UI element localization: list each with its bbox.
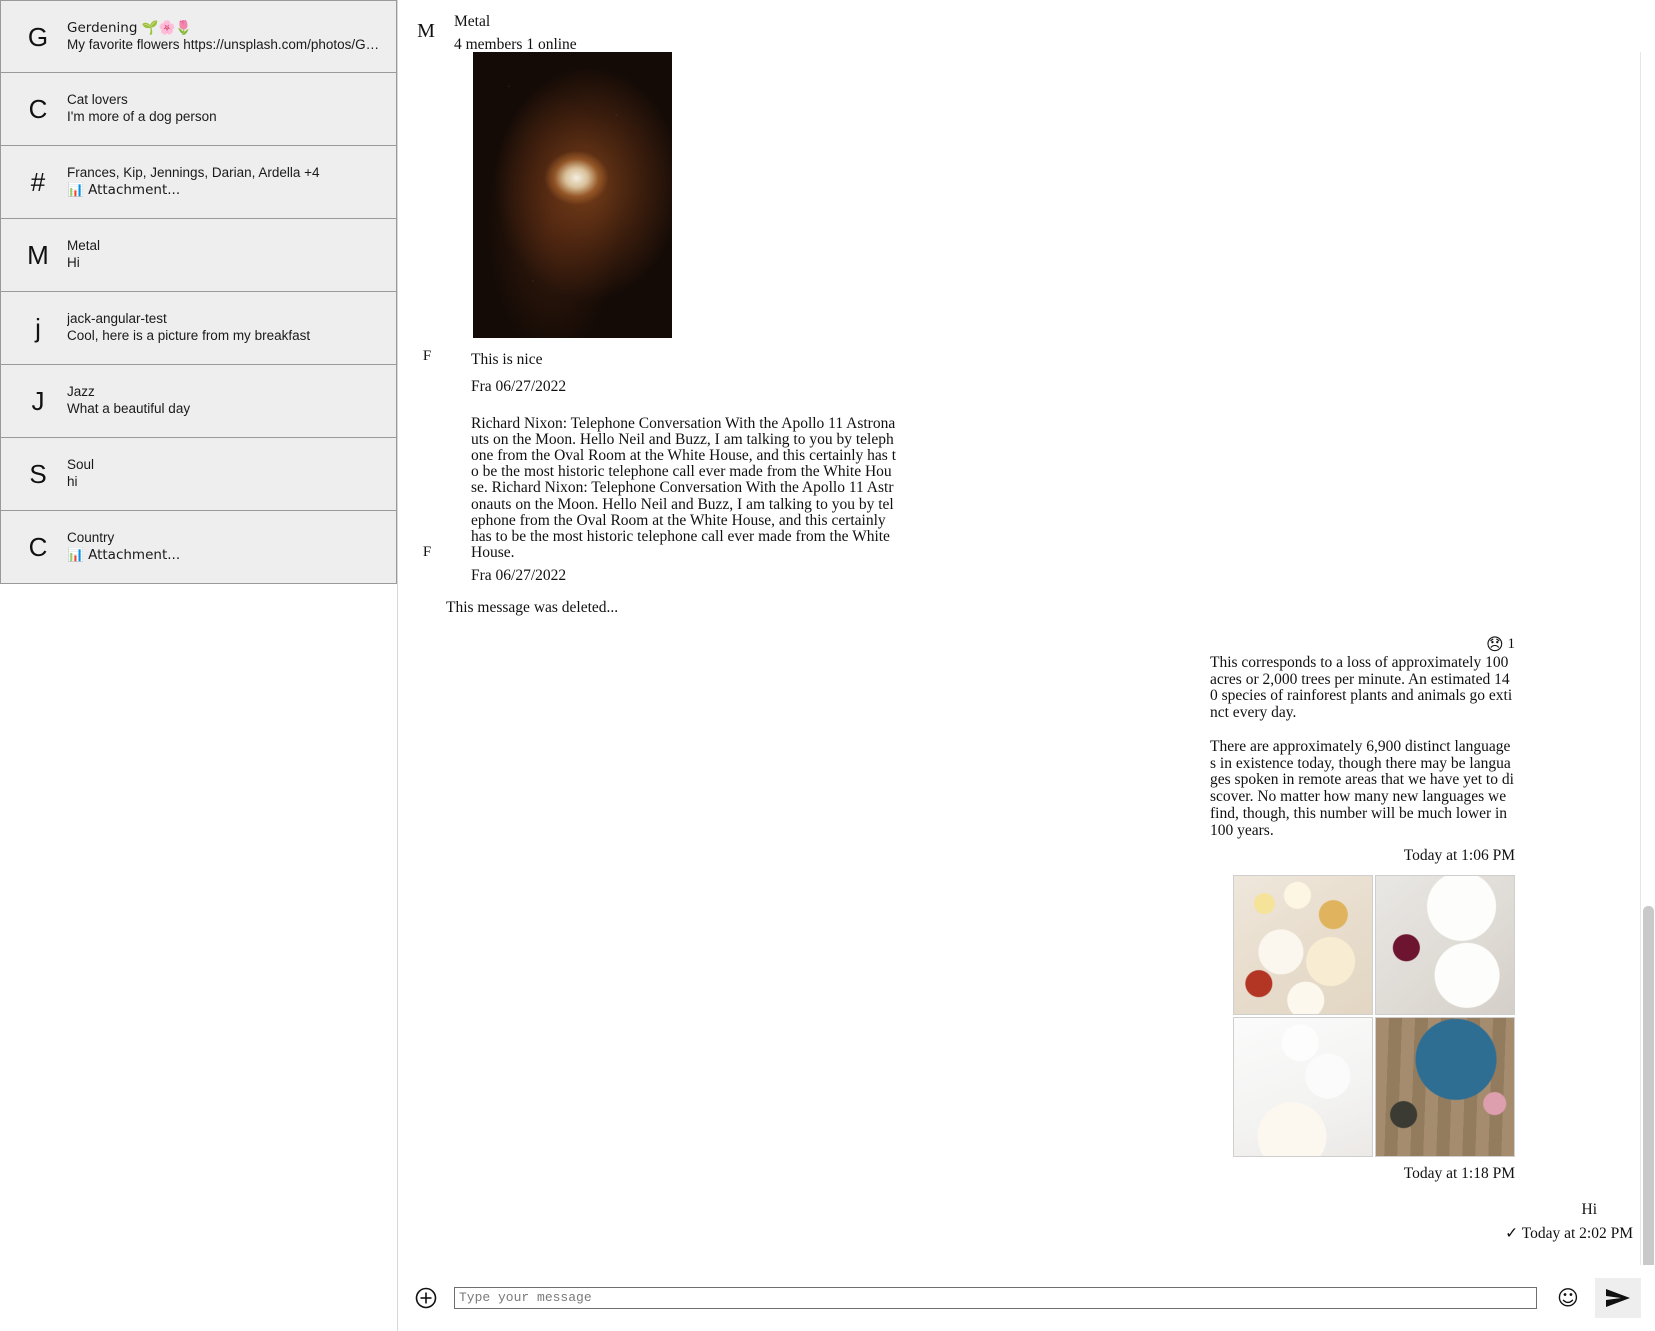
conversation-list-item-country[interactable]: C Country 📊 Attachment... bbox=[0, 511, 397, 584]
message-text: Richard Nixon: Telephone Conversation Wi… bbox=[471, 415, 897, 561]
conversation-list-item-group[interactable]: # Frances, Kip, Jennings, Darian, Ardell… bbox=[0, 146, 397, 219]
conversation-preview: Cool, here is a picture from my breakfas… bbox=[67, 328, 311, 343]
conversation-text: Country 📊 Attachment... bbox=[67, 530, 388, 564]
message-input[interactable] bbox=[454, 1287, 1537, 1309]
image-gallery bbox=[1210, 865, 1515, 1158]
gallery-timestamp: Today at 1:18 PM bbox=[1403, 1165, 1515, 1183]
gallery-image-pasta[interactable] bbox=[1375, 875, 1515, 1016]
conversation-preview: hi bbox=[67, 474, 78, 489]
avatar: j bbox=[35, 313, 41, 343]
conversation-text: Gerdening 🌱🌸🌷 My favorite flowers https:… bbox=[67, 20, 388, 54]
message-list-scrollbar[interactable] bbox=[1640, 52, 1655, 1265]
message-paragraph-1: This corresponds to a loss of approximat… bbox=[1210, 654, 1513, 722]
outgoing-message-hi: Hi bbox=[1581, 1201, 1598, 1219]
chat-application: G Gerdening 🌱🌸🌷 My favorite flowers http… bbox=[0, 0, 1655, 1331]
message-list[interactable]: F This is nice Fra 06/27/2022 F Richard … bbox=[398, 52, 1655, 1265]
gallery-image-coffee[interactable] bbox=[1233, 1017, 1373, 1158]
message-meta: Fra 06/27/2022 bbox=[471, 567, 567, 584]
message-composer: ☺ bbox=[398, 1265, 1655, 1331]
attach-button[interactable] bbox=[398, 1287, 454, 1309]
chat-header: M Metal 4 members 1 online bbox=[398, 0, 1655, 53]
conversation-title: Frances, Kip, Jennings, Darian, Ardella … bbox=[67, 165, 320, 181]
avatar: M bbox=[27, 240, 49, 270]
conversation-list-item-gerdening[interactable]: G Gerdening 🌱🌸🌷 My favorite flowers http… bbox=[0, 0, 397, 73]
emoji-picker-button[interactable]: ☺ bbox=[1551, 1286, 1585, 1310]
conversation-preview: What a beautiful day bbox=[67, 401, 191, 416]
avatar: C bbox=[28, 532, 48, 562]
conversation-text: Metal Hi bbox=[67, 238, 388, 272]
conversation-preview: My favorite flowers https://unsplash.com… bbox=[67, 36, 384, 52]
avatar: F bbox=[422, 348, 432, 364]
outgoing-gallery-block: Today at 1:18 PM bbox=[1210, 865, 1655, 1183]
message-paragraph-2: There are approximately 6,900 distinct l… bbox=[1210, 737, 1514, 839]
outgoing-message-status: ✓ Today at 2:02 PM bbox=[398, 1219, 1655, 1243]
conversation-preview: 📊 Attachment... bbox=[67, 182, 181, 198]
hash-icon: # bbox=[30, 167, 46, 197]
message-meta: Fra 06/27/2022 bbox=[471, 378, 567, 396]
send-button[interactable] bbox=[1595, 1278, 1641, 1318]
plus-circle-icon bbox=[415, 1287, 437, 1309]
chat-title: Metal bbox=[454, 13, 491, 30]
outgoing-message-block: 😞 1 This corresponds to a loss of approx… bbox=[1210, 617, 1655, 865]
gallery-image-brunch[interactable] bbox=[1233, 875, 1373, 1016]
conversation-text: Cat lovers I'm more of a dog person bbox=[67, 92, 388, 126]
conversation-list-item-cat-lovers[interactable]: C Cat lovers I'm more of a dog person bbox=[0, 73, 397, 146]
scrollbar-thumb[interactable] bbox=[1643, 906, 1654, 1265]
message-text: This is nice bbox=[471, 351, 543, 368]
message-image-nebula[interactable] bbox=[473, 52, 672, 338]
conversation-title: Soul bbox=[67, 457, 95, 473]
message-incoming-this-is-nice: F This is nice bbox=[398, 338, 1655, 372]
chat-panel: M Metal 4 members 1 online F This is nic… bbox=[398, 0, 1655, 1331]
avatar: J bbox=[31, 386, 45, 416]
disappointed-face-icon: 😞 bbox=[1486, 635, 1504, 655]
conversation-list-item-soul[interactable]: S Soul hi bbox=[0, 438, 397, 511]
reaction-count: 1 bbox=[1507, 636, 1516, 652]
conversation-preview: Hi bbox=[67, 255, 80, 270]
conversation-title: Country bbox=[67, 530, 115, 546]
chat-avatar: M bbox=[417, 20, 435, 42]
deleted-message-notice: This message was deleted... bbox=[446, 599, 619, 616]
conversation-list-item-metal[interactable]: M Metal Hi bbox=[0, 219, 397, 292]
smiley-face-icon: ☺ bbox=[1557, 1286, 1579, 1310]
conversation-title: Jazz bbox=[67, 384, 95, 400]
avatar: S bbox=[29, 459, 47, 489]
conversation-list-item-jazz[interactable]: J Jazz What a beautiful day bbox=[0, 365, 397, 438]
avatar: G bbox=[27, 21, 49, 52]
send-icon bbox=[1606, 1289, 1630, 1307]
message-body: This is nice bbox=[456, 348, 1655, 372]
message-timestamp: Today at 2:02 PM bbox=[1521, 1225, 1633, 1243]
conversation-title: Gerdening 🌱🌸🌷 bbox=[67, 19, 193, 36]
conversation-preview: I'm more of a dog person bbox=[67, 109, 217, 124]
conversation-sidebar: G Gerdening 🌱🌸🌷 My favorite flowers http… bbox=[0, 0, 398, 1331]
gallery-image-salad[interactable] bbox=[1375, 1017, 1515, 1158]
conversation-text: jack-angular-test Cool, here is a pictur… bbox=[67, 311, 388, 345]
conversation-text: Jazz What a beautiful day bbox=[67, 384, 388, 418]
conversation-list-item-jack-angular-test[interactable]: j jack-angular-test Cool, here is a pict… bbox=[0, 292, 397, 365]
message-reaction[interactable]: 😞 1 bbox=[1210, 617, 1515, 655]
conversation-title: jack-angular-test bbox=[67, 311, 167, 327]
check-icon: ✓ bbox=[1505, 1225, 1519, 1243]
avatar: F bbox=[422, 544, 432, 560]
avatar: C bbox=[28, 94, 48, 124]
conversation-title: Metal bbox=[67, 238, 101, 254]
conversation-preview: 📊 Attachment... bbox=[67, 547, 181, 563]
message-body: Richard Nixon: Telephone Conversation Wi… bbox=[456, 415, 1655, 561]
message-incoming-nixon: F Richard Nixon: Telephone Conversation … bbox=[398, 396, 1655, 561]
conversation-text: Frances, Kip, Jennings, Darian, Ardella … bbox=[67, 165, 388, 199]
message-timestamp: Today at 1:06 PM bbox=[1403, 847, 1515, 865]
conversation-title: Cat lovers bbox=[67, 92, 128, 108]
chat-header-text: Metal 4 members 1 online bbox=[454, 8, 577, 57]
conversation-text: Soul hi bbox=[67, 457, 388, 491]
